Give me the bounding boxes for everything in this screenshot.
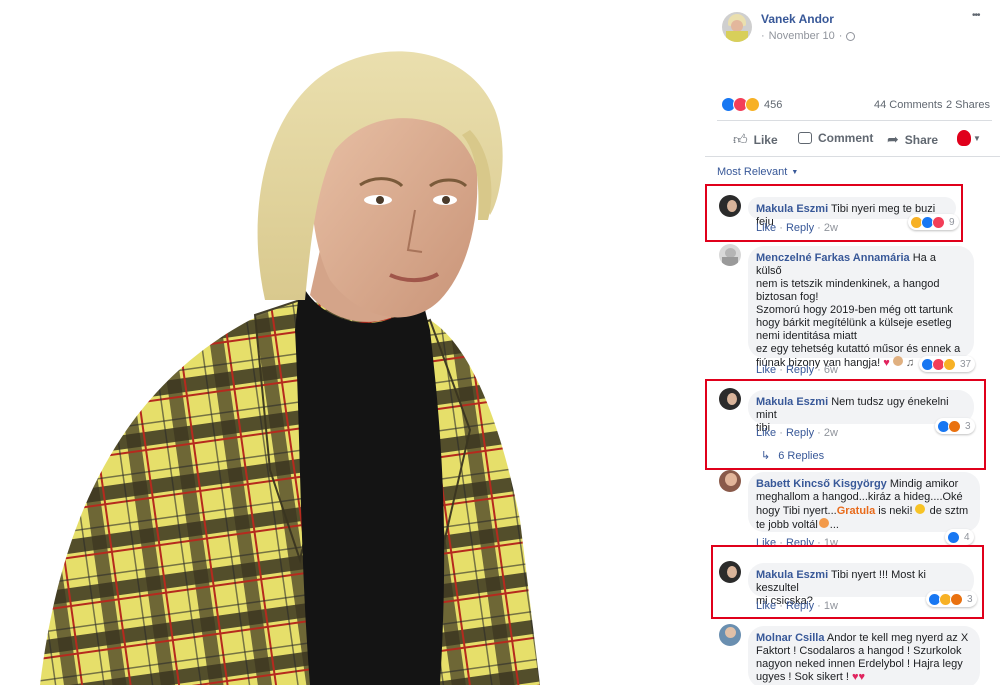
comment-text-line: biztosan fog!: [756, 291, 819, 303]
comment-text-line: ...: [829, 519, 839, 531]
highlight-box: [711, 545, 984, 619]
comment-text-line: nagyon neked innen Erdelybol ! Hajra leg…: [756, 658, 963, 670]
comment-text-line: hogy Tibi nyert...: [756, 505, 837, 517]
smile-emoji-icon: [914, 504, 925, 514]
like-reaction-icon: [947, 530, 960, 544]
heart-emoji-icon: ♥: [883, 357, 890, 369]
comment-reactions[interactable]: 4: [945, 529, 974, 545]
comments-count[interactable]: 44 Comments: [874, 99, 942, 111]
commenter-name[interactable]: Molnar Csilla: [756, 632, 824, 644]
comment-bubble-icon: [798, 132, 812, 144]
reaction-summary[interactable]: 456: [721, 97, 782, 112]
reaction-count: 456: [764, 98, 783, 111]
comment-text-line: Faktort ! Csodalaros a hangod ! Szurkolo…: [756, 645, 962, 657]
separator: ·: [817, 364, 821, 376]
post-panel: Vanek Andor · November 10 · ••• 456 44 C…: [705, 0, 1000, 685]
comment-reply-link[interactable]: Reply: [786, 364, 814, 376]
date-separator: ·: [761, 30, 765, 42]
caret-down-icon: ▼: [973, 133, 981, 143]
more-options-button[interactable]: •••: [972, 10, 980, 21]
share-arrow-icon: ➦: [887, 131, 899, 147]
profile-reaction-icon: [957, 130, 971, 146]
comment-label: Comment: [818, 131, 874, 145]
globe-icon: [846, 31, 856, 41]
post-photo[interactable]: [0, 0, 705, 685]
reaction-count: 37: [960, 358, 972, 370]
divider: [717, 120, 992, 121]
post-date-line: · November 10 ·: [761, 30, 856, 42]
comment-text-line: hogy bárkit megítélünk a külseje esetleg: [756, 317, 952, 329]
author-avatar[interactable]: [722, 12, 752, 42]
commenter-avatar[interactable]: [719, 244, 741, 266]
heart-emoji-icon: ♥♥: [852, 671, 866, 683]
like-label: Like: [753, 132, 778, 147]
post-author[interactable]: Vanek Andor: [761, 12, 834, 26]
hearts-emoji-icon: [818, 518, 829, 528]
sort-dropdown[interactable]: Most Relevant ▼: [717, 166, 798, 178]
comment-text-line: nem is tetszik mindenkinek, a hangod: [756, 278, 940, 290]
sort-label: Most Relevant: [717, 166, 788, 178]
comment-text-line: Andor te kell meg nyerd az X: [826, 632, 969, 644]
commenter-name[interactable]: Menczelné Farkas Annamária: [756, 252, 910, 264]
comment-text-line: ugyes ! Sok sikert !: [756, 671, 849, 683]
comment-bubble: Menczelné Farkas Annamária Ha a külső ne…: [748, 246, 974, 369]
comment-text-line: meghallom a hangod...kiráz a hideg....Ok…: [756, 491, 963, 503]
comment-text-line: de sztm: [929, 505, 969, 517]
highlighted-word: Gratula: [836, 505, 876, 517]
portrait-image: [40, 51, 540, 685]
music-note-emoji-icon: ♫: [905, 357, 915, 369]
comment-text-line: ez egy tehetség kutattó műsor és ennek a: [756, 343, 961, 355]
comment-button[interactable]: Comment: [798, 131, 873, 145]
comment-text-line: Mindig amikor: [889, 478, 959, 490]
reaction-count: 4: [964, 531, 970, 543]
haha-reaction-icon: [745, 97, 760, 112]
comment-text-line: te jobb voltál: [756, 519, 818, 531]
commenter-avatar[interactable]: [719, 624, 741, 646]
thumbs-up-icon: 👍︎: [733, 131, 748, 147]
caret-down-icon: ▼: [791, 168, 799, 176]
commenter-name[interactable]: Babett Kincső Kisgyörgy: [756, 478, 887, 490]
comment-bubble: Molnar Csilla Andor te kell meg nyerd az…: [748, 626, 980, 685]
share-label: Share: [904, 132, 939, 147]
divider: [705, 156, 1000, 157]
comment-time[interactable]: 6w: [824, 364, 838, 376]
like-button[interactable]: 👍︎ Like: [733, 131, 778, 148]
comment-like-link[interactable]: Like: [756, 364, 776, 376]
commenter-avatar[interactable]: [719, 470, 741, 492]
comment-bubble: Babett Kincső Kisgyörgy Mindig amikor me…: [748, 472, 980, 532]
reaction-picker-button[interactable]: ▼: [957, 130, 981, 146]
separator: ·: [779, 364, 783, 376]
highlight-box: [705, 184, 963, 242]
comment-text-line: nemi identitása miatt: [756, 330, 857, 342]
post-date[interactable]: November 10: [769, 30, 835, 42]
comment-text-line: is neki!: [878, 505, 913, 517]
comment-actions: Like · Reply · 6w: [756, 364, 838, 376]
date-separator: ·: [838, 30, 843, 42]
share-button[interactable]: ➦ Share: [887, 131, 938, 148]
highlight-box: [705, 379, 986, 470]
comment-text-line: Szomorú hogy 2019-ben még ott tartunk: [756, 304, 953, 316]
ok-hand-emoji-icon: [892, 356, 903, 366]
haha-reaction-icon: [943, 357, 956, 371]
comment-reactions[interactable]: 37: [919, 356, 976, 372]
shares-count[interactable]: 2 Shares: [946, 99, 990, 111]
